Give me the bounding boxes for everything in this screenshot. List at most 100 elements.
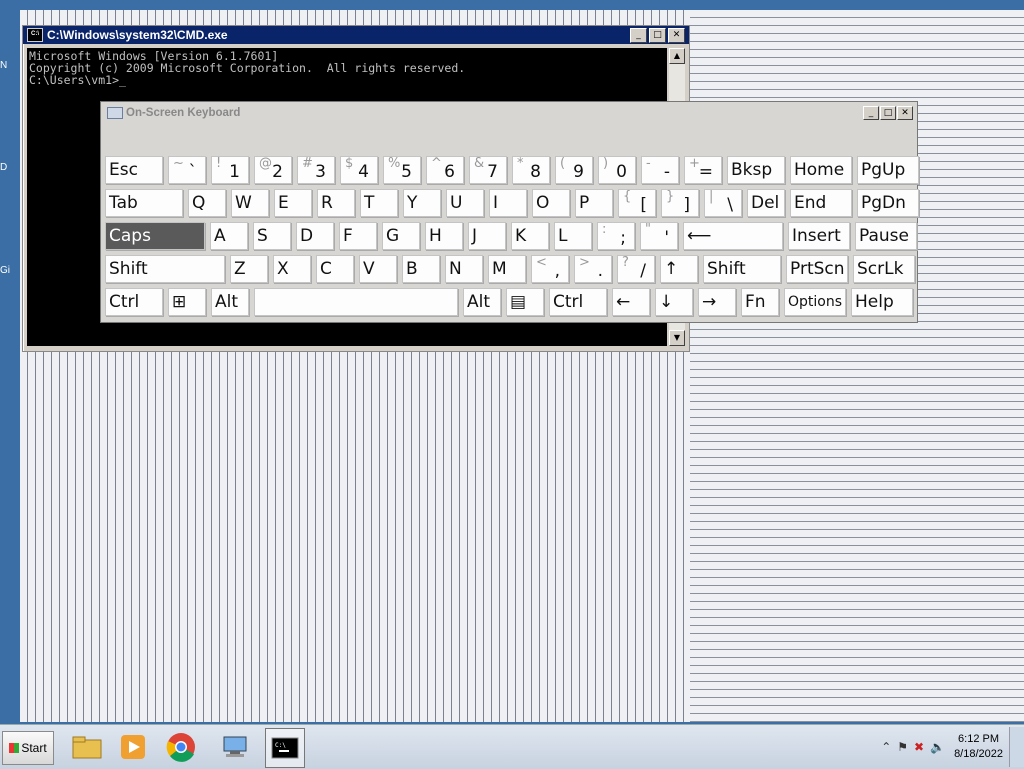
key-,[interactable]: <, — [531, 255, 569, 283]
key-n[interactable]: N — [445, 255, 483, 283]
key-pgup[interactable]: PgUp — [857, 156, 919, 184]
key-insert[interactable]: Insert — [788, 222, 850, 250]
network-taskbar-button[interactable] — [216, 728, 254, 766]
key-`[interactable]: ~ ` — [168, 156, 206, 184]
key-ctrl[interactable]: Ctrl — [105, 288, 163, 316]
clock[interactable]: 6:12 PM 8/18/2022 — [954, 732, 1003, 762]
key-o[interactable]: O — [532, 189, 570, 217]
volume-icon[interactable]: 🔈 — [930, 740, 945, 754]
maximize-button[interactable]: □ — [649, 28, 666, 43]
key-r[interactable]: R — [317, 189, 355, 217]
key-t[interactable]: T — [360, 189, 398, 217]
action-center-icon[interactable]: ⚑ — [897, 740, 908, 754]
key-8[interactable]: * 8 — [512, 156, 550, 184]
key-e[interactable]: E — [274, 189, 312, 217]
key-][interactable]: }] — [661, 189, 699, 217]
network-status-icon[interactable]: ✖ — [914, 740, 924, 754]
scroll-up-button[interactable]: ▲ — [669, 48, 685, 64]
key-f[interactable]: F — [339, 222, 377, 250]
key-4[interactable]: $4 — [340, 156, 378, 184]
key-3[interactable]: #3 — [297, 156, 335, 184]
osk-minimize-button[interactable]: _ — [863, 106, 879, 120]
key-x[interactable]: X — [273, 255, 311, 283]
key-tab[interactable]: Tab — [105, 189, 183, 217]
key-y[interactable]: Y — [403, 189, 441, 217]
key-2[interactable]: @2 — [254, 156, 292, 184]
key-⟵[interactable]: ⟵ — [683, 222, 783, 250]
key-m[interactable]: M — [488, 255, 526, 283]
key-p[interactable]: P — [575, 189, 613, 217]
key-↓[interactable]: ↓ — [655, 288, 693, 316]
key-prtscn[interactable]: PrtScn — [786, 255, 848, 283]
key-ctrl[interactable]: Ctrl — [549, 288, 607, 316]
cmd-taskbar-button[interactable]: C:\ — [265, 728, 305, 768]
key-→[interactable]: → — [698, 288, 736, 316]
chrome-taskbar-button[interactable] — [162, 728, 200, 766]
key-fn[interactable]: Fn — [741, 288, 779, 316]
osk-titlebar[interactable]: On-Screen Keyboard — [101, 102, 917, 124]
osk-maximize-button[interactable]: □ — [880, 106, 896, 120]
key-6[interactable]: ^ 6 — [426, 156, 464, 184]
key-pgdn[interactable]: PgDn — [857, 189, 919, 217]
key-v[interactable]: V — [359, 255, 397, 283]
key-j[interactable]: J — [468, 222, 506, 250]
show-hidden-icons-icon[interactable]: ⌃ — [881, 740, 891, 754]
key-h[interactable]: H — [425, 222, 463, 250]
key-scrlk[interactable]: ScrLk — [853, 255, 915, 283]
key-shift[interactable]: Shift — [703, 255, 781, 283]
key-esc[interactable]: Esc — [105, 156, 163, 184]
key-alt[interactable]: Alt — [463, 288, 501, 316]
close-button[interactable]: ✕ — [668, 28, 685, 43]
key-1[interactable]: ! 1 — [211, 156, 249, 184]
key-=[interactable]: + = — [684, 156, 722, 184]
key-del[interactable]: Del — [747, 189, 785, 217]
key-7[interactable]: & 7 — [469, 156, 507, 184]
key--[interactable]: -- — [641, 156, 679, 184]
key-alt[interactable]: Alt — [211, 288, 249, 316]
key-home[interactable]: Home — [790, 156, 852, 184]
key-↑[interactable]: ↑ — [660, 255, 698, 283]
key-⊞[interactable]: ⊞ — [168, 288, 206, 316]
key-9[interactable]: (9 — [555, 156, 593, 184]
key-end[interactable]: End — [790, 189, 852, 217]
explorer-taskbar-button[interactable] — [68, 728, 106, 766]
key-g[interactable]: G — [382, 222, 420, 250]
key-l[interactable]: L — [554, 222, 592, 250]
key-bksp[interactable]: Bksp — [727, 156, 785, 184]
key-k[interactable]: K — [511, 222, 549, 250]
key-d[interactable]: D — [296, 222, 334, 250]
scroll-down-button[interactable]: ▼ — [669, 330, 685, 346]
key-[[interactable]: {[ — [618, 189, 656, 217]
key-;[interactable]: :; — [597, 222, 635, 250]
key-help[interactable]: Help — [851, 288, 913, 316]
key-q[interactable]: Q — [188, 189, 226, 217]
osk-close-button[interactable]: ✕ — [897, 106, 913, 120]
key-z[interactable]: Z — [230, 255, 268, 283]
key-5[interactable]: % 5 — [383, 156, 421, 184]
key-/[interactable]: ? / — [617, 255, 655, 283]
key-shift[interactable]: Shift — [105, 255, 225, 283]
start-button[interactable]: Start — [2, 731, 54, 765]
key-options[interactable]: Options — [784, 288, 846, 316]
key-\[interactable]: | \ — [704, 189, 742, 217]
key-s[interactable]: S — [253, 222, 291, 250]
key-pause[interactable]: Pause — [855, 222, 917, 250]
key-i[interactable]: I — [489, 189, 527, 217]
show-desktop-button[interactable] — [1009, 727, 1024, 767]
key-←[interactable]: ← — [612, 288, 650, 316]
key-caps[interactable]: Caps — [105, 222, 205, 250]
key-0[interactable]: ) 0 — [598, 156, 636, 184]
key-u[interactable]: U — [446, 189, 484, 217]
key-c[interactable]: C — [316, 255, 354, 283]
media-player-taskbar-button[interactable] — [114, 728, 152, 766]
key-▤[interactable]: ▤ — [506, 288, 544, 316]
osk-window[interactable]: On-Screen Keyboard _ □ ✕ Esc ~ `! 1 @2 #3 $4% 5… — [100, 101, 919, 323]
key-a[interactable]: A — [210, 222, 248, 250]
key-w[interactable]: W — [231, 189, 269, 217]
key-b[interactable]: B — [402, 255, 440, 283]
key-.[interactable]: >. — [574, 255, 612, 283]
minimize-button[interactable]: _ — [630, 28, 647, 43]
cmd-titlebar[interactable]: C:\ C:\Windows\system32\CMD.exe — [23, 26, 689, 44]
key-'[interactable]: " ' — [640, 222, 678, 250]
key-space[interactable] — [254, 288, 458, 316]
